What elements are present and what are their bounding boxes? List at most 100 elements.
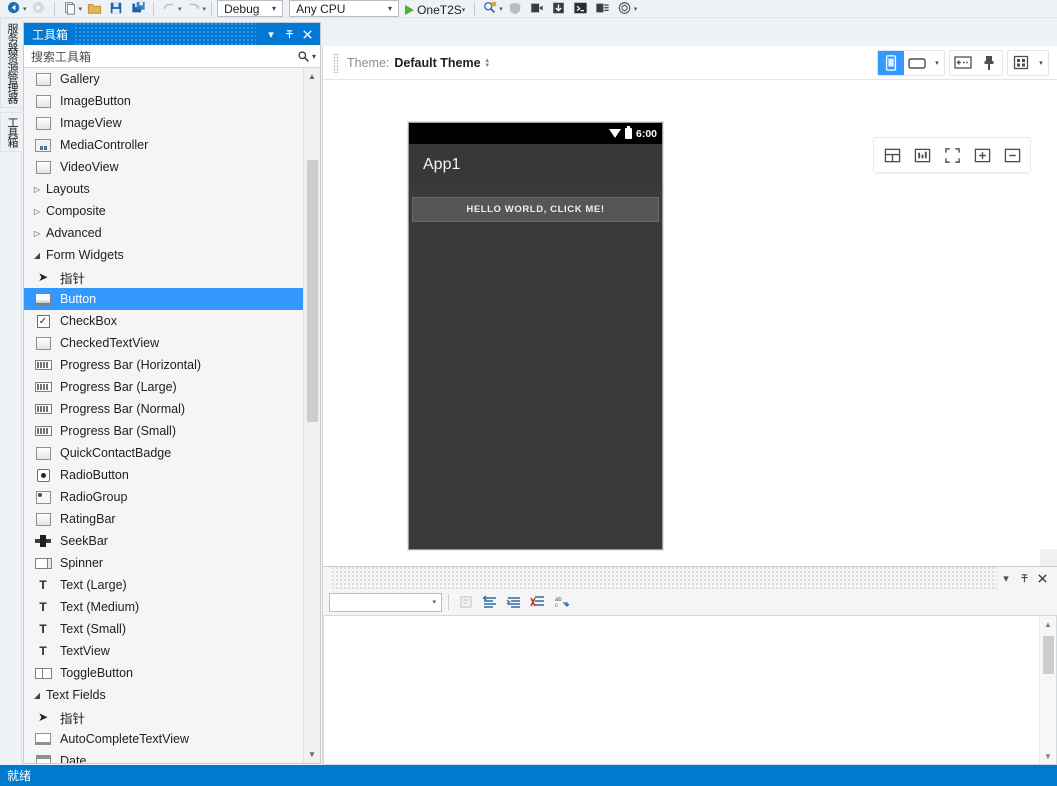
clear-all-button[interactable] <box>527 592 548 613</box>
chevron-down-icon[interactable]: ▾ <box>997 569 1015 587</box>
toolbox-item-progress-bar-small[interactable]: Progress Bar (Small) <box>24 420 303 442</box>
toolbox-item-textview[interactable]: T TextView <box>24 640 303 662</box>
close-icon[interactable] <box>298 25 316 43</box>
toolbox-item-progress-bar-large[interactable]: Progress Bar (Large) <box>24 376 303 398</box>
toolbox-item-radiobutton[interactable]: RadioButton <box>24 464 303 486</box>
zoom-in-button[interactable] <box>970 143 994 167</box>
landscape-orientation-button[interactable] <box>904 51 930 75</box>
toolbox-item-autocompletetextview[interactable]: AutoCompleteTextView <box>24 728 303 750</box>
device-target-chevron-icon[interactable]: ▾ <box>462 6 466 14</box>
toolbox-group-label: Advanced <box>46 226 102 240</box>
toolbox-item-text-small[interactable]: T Text (Small) <box>24 618 303 640</box>
title-drag-dots <box>74 23 256 45</box>
theme-spinner-icon[interactable]: ▴ ▾ <box>486 57 490 69</box>
toolbox-item-checkbox[interactable]: ✓ CheckBox <box>24 310 303 332</box>
outline-view-button[interactable] <box>910 143 934 167</box>
toolbar-drag-grip[interactable] <box>333 52 339 73</box>
clear-output-button[interactable] <box>455 592 476 613</box>
toolbox-item-togglebutton[interactable]: ToggleButton <box>24 662 303 684</box>
open-folder-icon[interactable] <box>84 0 104 17</box>
toolbox-group-form-widgets[interactable]: ◢ Form Widgets <box>24 244 303 266</box>
android-device-preview[interactable]: 6:00 App1 HELLO WORLD, CLICK ME! <box>408 122 663 550</box>
canvas-scroll-corner <box>1040 549 1057 566</box>
toolbox-group-layouts[interactable]: ▷ Layouts <box>24 178 303 200</box>
output-scrollbar[interactable]: ▲ ▼ <box>1039 616 1056 764</box>
toolbox-item-button[interactable]: Button <box>24 288 303 310</box>
output-text-area[interactable]: ▲ ▼ <box>323 615 1057 765</box>
box-widget-icon <box>32 336 54 350</box>
scroll-down-arrow-icon[interactable]: ▼ <box>304 746 320 763</box>
toolbox-item-ratingbar[interactable]: RatingBar <box>24 508 303 530</box>
output-panel-toolbar: ▾ ab c <box>323 589 1057 615</box>
zoom-out-button[interactable] <box>1000 143 1024 167</box>
preview-hello-world-button[interactable]: HELLO WORLD, CLICK ME! <box>412 197 659 222</box>
grid-layout-button[interactable] <box>1008 51 1034 75</box>
toolbox-group-advanced[interactable]: ▷ Advanced <box>24 222 303 244</box>
toolbox-item-seekbar[interactable]: SeekBar <box>24 530 303 552</box>
toolbox-item-text-medium[interactable]: T Text (Medium) <box>24 596 303 618</box>
toggle-wordwrap-button[interactable] <box>479 592 500 613</box>
toolbox-item-label: Text (Large) <box>60 578 127 592</box>
toolbox-item-progress-bar-normal[interactable]: Progress Bar (Normal) <box>24 398 303 420</box>
start-debug-button[interactable]: OneT2S ▾ <box>401 3 469 17</box>
toolbox-item-radiogroup[interactable]: RadioGroup <box>24 486 303 508</box>
toolbox-item-date[interactable]: Date <box>24 750 303 763</box>
back-navigate-icon[interactable] <box>4 0 24 17</box>
fit-screen-button[interactable] <box>940 143 964 167</box>
scroll-up-arrow-icon[interactable]: ▲ <box>304 68 320 85</box>
toggle-indent-button[interactable] <box>503 592 524 613</box>
toolbox-item-text-large[interactable]: T Text (Large) <box>24 574 303 596</box>
search-icon[interactable] <box>480 0 500 17</box>
orientation-chevron-down-icon[interactable]: ▾ <box>930 51 944 75</box>
search-icon[interactable] <box>297 50 310 63</box>
step-into-icon[interactable] <box>549 0 569 17</box>
scrollbar-thumb[interactable] <box>1043 636 1054 674</box>
toolbox-scrollbar[interactable]: ▲ ▼ <box>303 68 320 763</box>
toolbox-item-spinner[interactable]: Spinner <box>24 552 303 574</box>
close-icon[interactable] <box>1033 569 1051 587</box>
toolbox-item-mediacontroller[interactable]: MediaController <box>24 134 303 156</box>
toolbox-group-text-fields[interactable]: ◢ Text Fields <box>24 684 303 706</box>
grid-chevron-down-icon[interactable]: ▾ <box>1034 51 1048 75</box>
save-all-icon[interactable] <box>128 0 148 17</box>
output-source-combo[interactable]: ▾ <box>329 592 442 612</box>
pin-icon[interactable] <box>280 25 298 43</box>
save-icon[interactable] <box>106 0 126 17</box>
platform-combo[interactable]: Any CPU ▾ <box>289 0 400 17</box>
toolbox-item-imageview[interactable]: ImageView <box>24 112 303 134</box>
sidebar-tab-toolbox[interactable]: 工具箱 <box>0 112 22 152</box>
debug-config-combo[interactable]: Debug ▾ <box>217 0 284 17</box>
toolbox-item-quickcontactbadge[interactable]: QuickContactBadge <box>24 442 303 464</box>
device-frame-button[interactable] <box>950 51 976 75</box>
step-over-icon[interactable] <box>527 0 547 17</box>
output-icon[interactable] <box>593 0 613 17</box>
split-view-button[interactable] <box>880 143 904 167</box>
toolbox-item-gallery[interactable]: Gallery <box>24 68 303 90</box>
scroll-down-arrow-icon[interactable]: ▼ <box>1040 748 1056 764</box>
toolbox-item-checkedtextview[interactable]: CheckedTextView <box>24 332 303 354</box>
theme-value[interactable]: Default Theme <box>394 56 480 70</box>
toolbox-item-videoview[interactable]: VideoView <box>24 156 303 178</box>
sidebar-tab-server-explorer[interactable]: 服务器资源管理器 <box>0 18 22 108</box>
find-next-button[interactable]: ab c <box>551 592 572 613</box>
battery-icon <box>624 126 632 139</box>
designer-canvas[interactable]: 6:00 App1 HELLO WORLD, CLICK ME! <box>323 80 1057 566</box>
toolbox-group-composite[interactable]: ▷ Composite <box>24 200 303 222</box>
toolbox-item-指针[interactable]: ➤ 指针 <box>24 706 303 728</box>
search-chevron-down-icon[interactable]: ▾ <box>312 52 316 61</box>
scroll-up-arrow-icon[interactable]: ▲ <box>1040 616 1056 632</box>
toolbox-search-box[interactable]: 搜索工具箱 ▾ <box>24 45 320 68</box>
toolbox-item-imagebutton[interactable]: ImageButton <box>24 90 303 112</box>
console-icon[interactable] <box>571 0 591 17</box>
portrait-orientation-button[interactable] <box>878 50 904 75</box>
toolbox-item-指针[interactable]: ➤ 指针 <box>24 266 303 288</box>
layers-icon[interactable] <box>615 0 635 17</box>
pin-icon[interactable] <box>1015 569 1033 587</box>
scrollbar-thumb[interactable] <box>307 160 318 422</box>
render-brush-button[interactable] <box>976 51 1002 75</box>
new-file-icon[interactable] <box>60 0 80 17</box>
spinner-widget-icon <box>32 557 54 569</box>
chevron-down-icon[interactable]: ▾ <box>262 25 280 43</box>
toolbox-item-progress-bar-horizontal[interactable]: Progress Bar (Horizontal) <box>24 354 303 376</box>
output-panel-title-bar: ▾ <box>323 567 1057 589</box>
